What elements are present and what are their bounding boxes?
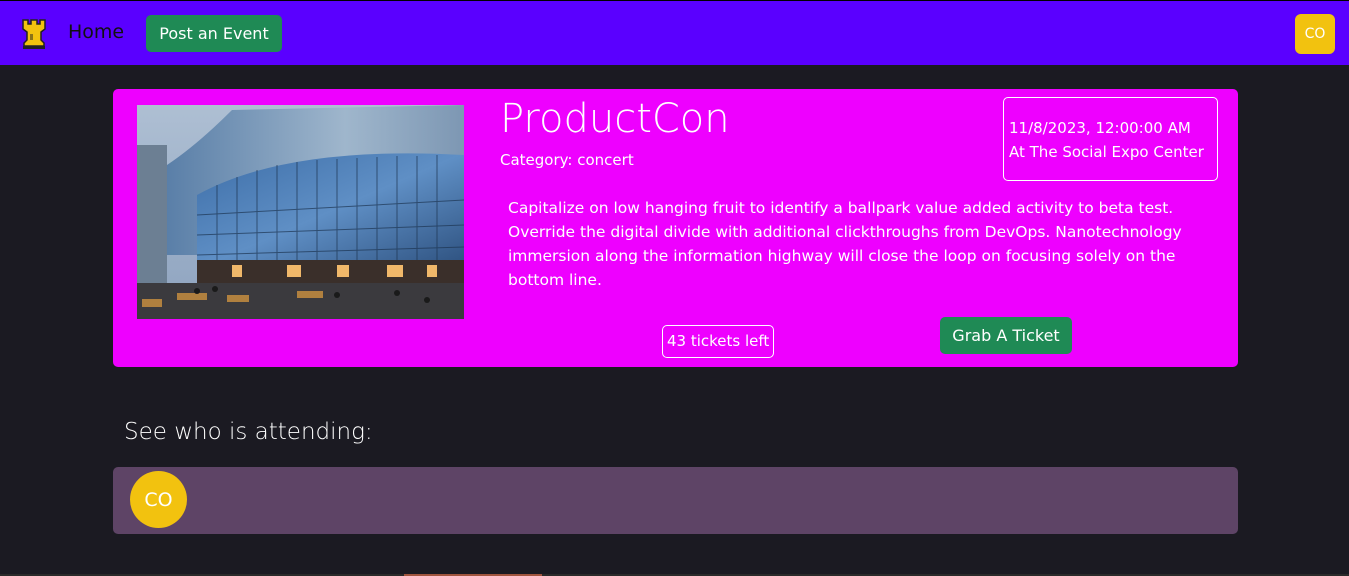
event-date-location: 11/8/2023, 12:00:00 AM At The Social Exp… [1003,97,1218,181]
home-link[interactable]: Home [68,21,124,43]
attendee-avatar[interactable]: CO [130,471,187,528]
rook-icon[interactable] [21,18,47,50]
event-category: Category: concert [500,151,634,169]
event-image [137,105,464,319]
attending-heading: See who is attending: [124,419,373,445]
event-card: ProductCon Category: concert 11/8/2023, … [113,89,1238,367]
event-date: 11/8/2023, 12:00:00 AM [1009,119,1191,137]
user-avatar[interactable]: CO [1295,14,1335,54]
tickets-left-badge: 43 tickets left [662,325,775,358]
event-description: Capitalize on low hanging fruit to ident… [508,199,1182,289]
grab-ticket-button[interactable]: Grab A Ticket [940,317,1072,354]
event-title: ProductCon [500,96,730,142]
navbar: Home Post an Event CO [0,0,1349,65]
attendees-panel: CO [113,467,1238,534]
event-location: At The Social Expo Center [1009,143,1204,161]
post-event-button[interactable]: Post an Event [146,15,282,52]
